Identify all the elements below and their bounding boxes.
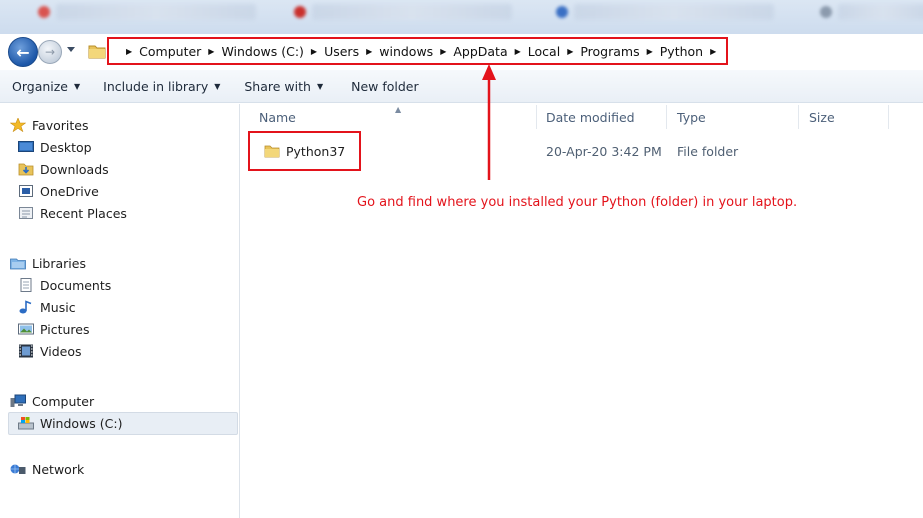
annotation-text: Go and find where you installed your Pyt…	[357, 195, 798, 210]
annotation-arrow	[482, 64, 496, 180]
